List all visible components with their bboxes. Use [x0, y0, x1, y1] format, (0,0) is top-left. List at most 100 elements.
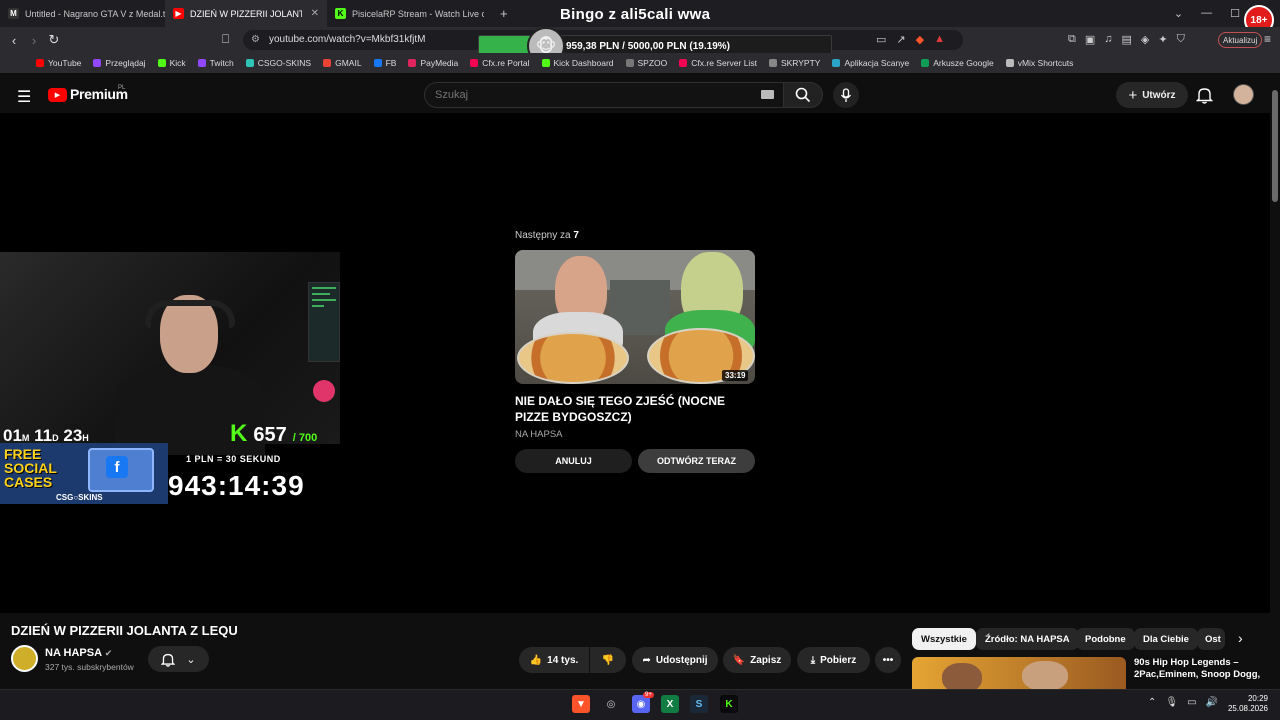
- play-now-button[interactable]: ODTWÓRZ TERAZ: [638, 449, 755, 473]
- more-actions-button[interactable]: •••: [875, 647, 901, 673]
- chip-source[interactable]: Źródło: NA HAPSA: [976, 628, 1079, 650]
- bell-icon: [1195, 88, 1214, 104]
- shield-icon[interactable]: ⛉: [1177, 33, 1185, 46]
- chip-related[interactable]: Podobne: [1076, 628, 1135, 650]
- scrollbar-thumb[interactable]: [1272, 90, 1278, 202]
- create-button[interactable]: + Utwórz: [1116, 82, 1188, 108]
- recommended-video-title[interactable]: 90s Hip Hop Legends – 2Pac,Eminem, Snoop…: [1134, 657, 1274, 681]
- bookmark-page-icon[interactable]: ⎕: [222, 32, 229, 47]
- share-icon[interactable]: ↗: [896, 33, 905, 46]
- next-video-thumbnail[interactable]: [515, 250, 755, 384]
- bookmark-item[interactable]: Cfx.re Portal: [470, 58, 530, 68]
- bookmark-label: Cfx.re Server List: [691, 58, 757, 68]
- search-icon: [795, 87, 811, 103]
- chip-all[interactable]: Wszystkie: [912, 628, 976, 650]
- hamburger-menu-icon[interactable]: ☰: [17, 87, 31, 107]
- bookmark-item[interactable]: Arkusze Google: [921, 58, 994, 68]
- kick-taskbar-icon[interactable]: K: [720, 695, 738, 713]
- bookmark-item[interactable]: SKRYPTY: [768, 58, 820, 68]
- bookmark-label: vMix Shortcuts: [1017, 58, 1074, 68]
- facebook-icon: f: [106, 456, 128, 478]
- download-button[interactable]: ⤓ Pobierz: [797, 647, 870, 673]
- chip-for-you[interactable]: Dla Ciebie: [1134, 628, 1198, 650]
- taskbar-clock[interactable]: 20:29 25.08.2026: [1226, 694, 1268, 714]
- minimize-icon[interactable]: —: [1201, 7, 1212, 20]
- bookmark-item[interactable]: Kick Dashboard: [541, 58, 614, 68]
- bookmark-label: Kick Dashboard: [553, 58, 614, 68]
- bookmark-item[interactable]: PayMedia: [408, 58, 458, 68]
- bookmark-item[interactable]: SPZOO: [625, 58, 667, 68]
- bookmark-item[interactable]: Aplikacja Scanye: [832, 58, 909, 68]
- ai-icon[interactable]: ✦: [1158, 33, 1167, 46]
- tab-youtube[interactable]: ▶ DZIEŃ W PIZZERII JOLANTA Z ✕: [165, 0, 327, 27]
- next-video-title[interactable]: NIE DAŁO SIĘ TEGO ZJEŚĆ (NOCNE PIZZE BYD…: [515, 393, 755, 425]
- chevron-right-icon[interactable]: ›: [1238, 630, 1243, 646]
- search-button[interactable]: [783, 82, 823, 108]
- extensions-icon[interactable]: ⧉: [1068, 33, 1076, 46]
- media-icon[interactable]: ♫: [1104, 33, 1112, 46]
- bookmark-item[interactable]: CSGO-SKINS: [245, 58, 311, 68]
- bookmark-item[interactable]: Cfx.re Server List: [679, 58, 757, 68]
- bookmark-item[interactable]: GMAIL: [323, 58, 362, 68]
- update-button[interactable]: Aktualizuj: [1218, 32, 1263, 48]
- tray-mic-icon[interactable]: 🎙: [1165, 697, 1178, 708]
- bookmark-item[interactable]: vMix Shortcuts: [1005, 58, 1074, 68]
- menu-icon[interactable]: ≡: [1264, 32, 1271, 46]
- cancel-autoplay-button[interactable]: ANULUJ: [515, 449, 632, 473]
- channel-avatar[interactable]: [11, 645, 38, 672]
- forward-icon[interactable]: ›: [24, 30, 44, 50]
- tray-network-icon[interactable]: ▭: [1187, 697, 1196, 708]
- maximize-icon[interactable]: ☐: [1230, 7, 1240, 20]
- url-text[interactable]: youtube.com/watch?v=Mkbf31kfjtM: [269, 34, 425, 45]
- dislike-button[interactable]: 👎: [590, 647, 626, 673]
- account-avatar[interactable]: [1233, 84, 1254, 105]
- new-tab-button[interactable]: +: [492, 0, 512, 27]
- close-tab-icon[interactable]: ✕: [311, 8, 319, 19]
- plus-icon: +: [1128, 86, 1138, 104]
- promo-text: FREE SOCIAL CASES: [4, 446, 57, 490]
- share-button[interactable]: ➦ Udostępnij: [632, 647, 718, 673]
- windows-start-icon[interactable]: [543, 696, 560, 713]
- reload-icon[interactable]: ↻: [44, 30, 64, 50]
- subathon-rate: 1 PLN = 30 SEKUND: [186, 454, 281, 464]
- channel-name[interactable]: NA HAPSA ✔: [45, 647, 112, 659]
- promo-brand: CSG○SKINS: [56, 493, 103, 502]
- notifications-button[interactable]: [1195, 86, 1214, 109]
- bookmark-favicon-icon: [36, 59, 44, 67]
- tab-list-chevron-icon[interactable]: ⌄: [1174, 7, 1183, 20]
- steam-taskbar-icon[interactable]: S: [690, 695, 708, 713]
- tab-kick[interactable]: K PisicelaRP Stream - Watch Live on Ki: [327, 0, 492, 27]
- chip-recent[interactable]: Ost: [1197, 628, 1225, 650]
- tray-volume-icon[interactable]: 🔊: [1206, 697, 1218, 708]
- save-button[interactable]: 🔖 Zapisz: [723, 647, 791, 673]
- brave-taskbar-icon[interactable]: ▼: [572, 695, 590, 713]
- excel-taskbar-icon[interactable]: X: [661, 695, 679, 713]
- like-button[interactable]: 👍 14 tys.: [519, 647, 589, 673]
- bookmark-item[interactable]: FB: [373, 58, 396, 68]
- recommended-thumbnail[interactable]: [912, 657, 1126, 689]
- bookmark-item[interactable]: Kick: [157, 58, 186, 68]
- sidebar-icon[interactable]: ▤: [1122, 33, 1132, 46]
- next-video-channel[interactable]: NA HAPSA: [515, 429, 563, 440]
- bookmark-item[interactable]: YouTube: [36, 58, 81, 68]
- chrome-taskbar-icon[interactable]: ◎: [602, 695, 620, 713]
- tab-medal[interactable]: M Untitled - Nagrano GTA V z Medal.tv: [0, 0, 165, 27]
- bookmark-item[interactable]: Twitch: [197, 58, 234, 68]
- voice-search-button[interactable]: [833, 82, 859, 108]
- vpn-icon[interactable]: ◈: [1141, 33, 1149, 46]
- brave-shield-icon[interactable]: ◆: [916, 33, 924, 46]
- site-info-icon[interactable]: ⚙: [251, 34, 260, 45]
- share-label: Udostępnij: [655, 654, 708, 666]
- back-icon[interactable]: ‹: [4, 30, 24, 50]
- search-input[interactable]: [424, 82, 784, 108]
- wallet-icon[interactable]: ▣: [1085, 33, 1095, 46]
- cast-icon[interactable]: ▭: [876, 33, 886, 46]
- keyboard-icon[interactable]: [761, 90, 774, 99]
- subscription-bell-button[interactable]: ⌄: [148, 646, 209, 672]
- brave-rewards-icon[interactable]: ▲: [934, 33, 945, 46]
- thumbnail-pizza-left: [517, 332, 629, 384]
- bookmark-favicon-icon: [832, 59, 841, 67]
- bookmark-item[interactable]: Przeglądaj: [93, 58, 146, 68]
- youtube-logo-icon[interactable]: ▶: [48, 88, 67, 102]
- tray-chevron-up-icon[interactable]: ⌃: [1148, 697, 1156, 708]
